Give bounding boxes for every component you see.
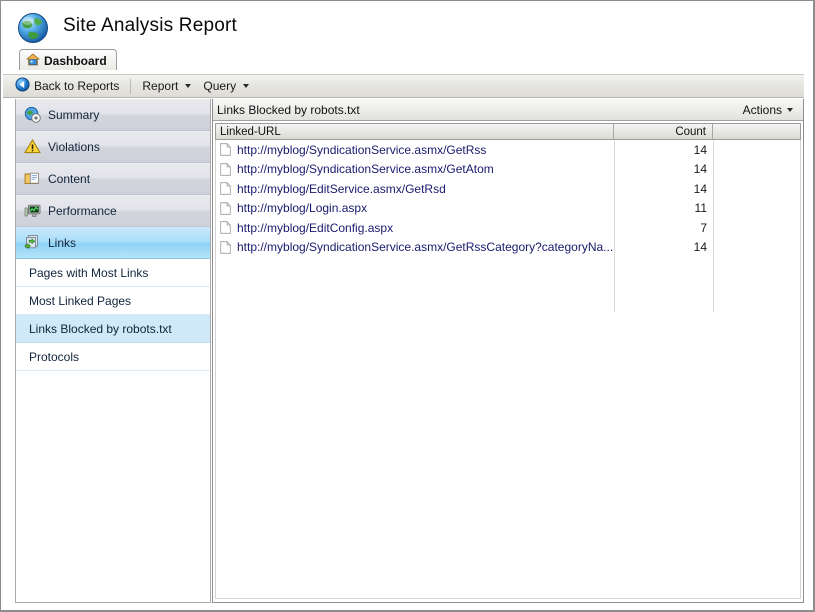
url-text: http://myblog/SyndicationService.asmx/Ge… <box>237 240 614 255</box>
page-icon <box>220 143 231 156</box>
sidebar-item-performance[interactable]: Performance <box>16 195 210 227</box>
table-row[interactable]: http://myblog/Login.aspx 11 <box>216 199 800 219</box>
cell-linked-url: http://myblog/Login.aspx <box>216 201 614 215</box>
chevron-down-icon <box>787 107 793 112</box>
table-row[interactable]: http://myblog/SyndicationService.asmx/Ge… <box>216 160 800 180</box>
cell-linked-url: http://myblog/EditService.asmx/GetRsd <box>216 182 614 196</box>
cell-count: 14 <box>693 240 707 255</box>
report-menu-label: Report <box>142 79 179 93</box>
sidebar-item-violations[interactable]: Violations <box>16 131 210 163</box>
toolbar: Back to Reports Report Query <box>3 74 804 98</box>
sidebar: Summary Violations Content Performance L… <box>15 99 211 603</box>
url-text: http://myblog/Login.aspx <box>237 201 368 216</box>
content-header: Links Blocked by robots.txt Actions <box>213 99 803 121</box>
sidebar-item-label: Content <box>48 171 91 186</box>
cell-linked-url: http://myblog/SyndicationService.asmx/Ge… <box>216 143 614 157</box>
column-header-linked-url[interactable]: Linked-URL <box>216 124 614 139</box>
page-icon <box>220 241 231 254</box>
grid-body: http://myblog/SyndicationService.asmx/Ge… <box>215 140 801 599</box>
home-icon <box>26 53 40 69</box>
sidebar-item-summary[interactable]: Summary <box>16 99 210 131</box>
warning-icon <box>24 138 41 155</box>
column-header-count[interactable]: Count <box>614 124 713 139</box>
sidebar-item-links[interactable]: Links <box>16 227 210 259</box>
table-row[interactable]: http://myblog/SyndicationService.asmx/Ge… <box>216 140 800 160</box>
content-icon <box>24 170 41 187</box>
sidebar-item-label: Performance <box>48 203 117 218</box>
page-title: Site Analysis Report <box>63 15 238 36</box>
cell-count: 7 <box>700 220 707 235</box>
actions-menu[interactable]: Actions <box>743 103 799 117</box>
cell-linked-url: http://myblog/EditConfig.aspx <box>216 221 614 235</box>
sidebar-item-label: Links <box>48 235 77 250</box>
links-icon <box>24 234 41 251</box>
tab-label: Dashboard <box>44 54 107 68</box>
tab-dashboard[interactable]: Dashboard <box>19 49 117 70</box>
table-row[interactable]: http://myblog/EditService.asmx/GetRsd 14 <box>216 179 800 199</box>
column-header-blank[interactable] <box>713 124 800 139</box>
sidebar-item-content[interactable]: Content <box>16 163 210 195</box>
chevron-down-icon <box>243 84 250 88</box>
url-text: http://myblog/EditConfig.aspx <box>237 220 394 235</box>
page-icon <box>220 221 231 234</box>
url-text: http://myblog/SyndicationService.asmx/Ge… <box>237 162 494 177</box>
url-text: http://myblog/SyndicationService.asmx/Ge… <box>237 142 487 157</box>
back-to-reports-label: Back to Reports <box>34 79 120 93</box>
sidebar-subitem-label: Protocols <box>29 349 80 364</box>
sidebar-item-label: Summary <box>48 107 100 122</box>
sidebar-subitem-pages-with-most-links[interactable]: Pages with Most Links <box>16 259 210 287</box>
url-text: http://myblog/EditService.asmx/GetRsd <box>237 181 446 196</box>
cell-linked-url: http://myblog/SyndicationService.asmx/Ge… <box>216 162 614 176</box>
back-arrow-icon <box>15 77 30 95</box>
table-row[interactable]: http://myblog/EditConfig.aspx 7 <box>216 218 800 238</box>
sidebar-subitem-label: Links Blocked by robots.txt <box>29 321 172 336</box>
actions-menu-label: Actions <box>742 102 782 117</box>
sidebar-subitem-most-linked-pages[interactable]: Most Linked Pages <box>16 287 210 315</box>
sidebar-subitem-label: Most Linked Pages <box>29 293 132 308</box>
content-header-title: Links Blocked by robots.txt <box>217 102 360 117</box>
sidebar-item-label: Violations <box>48 139 100 154</box>
page-icon <box>220 202 231 215</box>
tab-strip: Dashboard <box>2 47 808 74</box>
title-bar: Site Analysis Report <box>2 2 808 46</box>
sidebar-subitem-links-blocked-by-robots-txt[interactable]: Links Blocked by robots.txt <box>16 315 210 343</box>
query-menu-label: Query <box>203 79 237 93</box>
report-menu[interactable]: Report <box>136 76 197 96</box>
results-grid: Linked-URL Count http://myblog/Syndicati… <box>215 123 801 599</box>
toolbar-separator <box>130 78 132 94</box>
cell-count: 14 <box>693 181 707 196</box>
globe-icon <box>14 9 52 47</box>
cell-linked-url: http://myblog/SyndicationService.asmx/Ge… <box>216 240 614 254</box>
sidebar-subitem-protocols[interactable]: Protocols <box>16 343 210 371</box>
page-icon <box>220 182 231 195</box>
application-window: Site Analysis Report Dashboard Back to R… <box>0 0 815 612</box>
performance-icon <box>24 202 41 219</box>
grid-header-row: Linked-URL Count <box>215 123 801 140</box>
chevron-down-icon <box>185 84 192 88</box>
page-icon <box>220 163 231 176</box>
globe-icon <box>24 106 41 123</box>
query-menu[interactable]: Query <box>197 76 255 96</box>
table-row[interactable]: http://myblog/SyndicationService.asmx/Ge… <box>216 238 800 258</box>
cell-count: 14 <box>693 162 707 177</box>
cell-count: 11 <box>694 201 707 216</box>
cell-count: 14 <box>693 142 707 157</box>
back-to-reports-button[interactable]: Back to Reports <box>9 76 125 96</box>
sidebar-subitem-label: Pages with Most Links <box>29 265 149 280</box>
content-pane: Links Blocked by robots.txt Actions Link… <box>212 99 804 603</box>
